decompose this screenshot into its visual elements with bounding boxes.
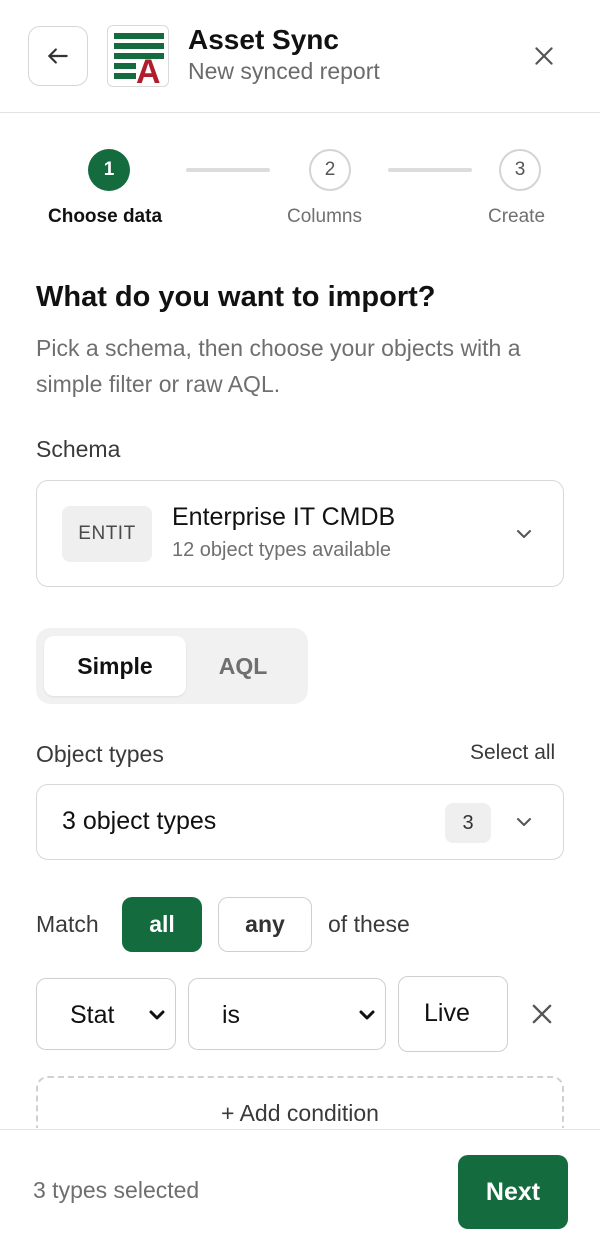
main-content: 1 2 3 Choose data Columns Create What do… (0, 114, 600, 1128)
step-2-circle: 2 (309, 149, 351, 191)
step-3-label: Create (488, 206, 546, 227)
step-connector (388, 168, 472, 172)
condition-value-input[interactable]: Live (398, 976, 508, 1052)
chevron-down-icon (517, 530, 531, 538)
app-header: A Asset Sync New synced report (0, 0, 600, 113)
logo-letter: A (136, 53, 161, 87)
object-types-value: 3 object types (62, 807, 217, 835)
arrow-left-icon (48, 48, 68, 64)
page-title: What do you want to import? (36, 281, 436, 313)
condition-field-select[interactable]: Stat (36, 978, 176, 1050)
step-3-circle: 3 (499, 149, 541, 191)
add-condition-label: + Add condition (221, 1100, 379, 1126)
app-title: Asset Sync (188, 24, 339, 55)
close-button[interactable] (524, 36, 564, 76)
footer-bar: 3 types selected Next (0, 1129, 600, 1252)
schema-badge: ENTIT (62, 506, 152, 562)
step-connector (186, 168, 270, 172)
match-any-button[interactable]: any (218, 897, 312, 952)
chevron-down-icon (517, 818, 531, 826)
match-all-button[interactable]: all (122, 897, 202, 952)
add-condition-button[interactable]: + Add condition (36, 1076, 564, 1128)
match-prefix: Match (36, 911, 99, 937)
step-1-label: Choose data (48, 206, 163, 227)
match-suffix: of these (328, 911, 410, 937)
condition-operator-select[interactable]: is (188, 978, 386, 1050)
object-types-count-badge: 3 (445, 803, 491, 843)
schema-select[interactable]: ENTIT Enterprise IT CMDB 12 object types… (36, 480, 564, 587)
step-1-circle: 1 (88, 149, 130, 191)
back-button[interactable] (28, 26, 88, 86)
app-subtitle: New synced report (188, 58, 380, 84)
mode-aql-tab[interactable]: AQL (186, 636, 300, 696)
schema-description: 12 object types available (172, 539, 392, 561)
object-types-select[interactable]: 3 object types 3 (36, 784, 564, 860)
object-types-label: Object types (36, 741, 164, 767)
condition-field-value: Stat (70, 1001, 115, 1029)
condition-value-text: Live (424, 999, 470, 1027)
chevron-down-icon (149, 1010, 165, 1020)
next-button[interactable]: Next (458, 1155, 568, 1229)
close-icon (535, 47, 553, 65)
app-logo: A (107, 25, 169, 87)
chevron-down-icon (359, 1010, 375, 1020)
selection-status: 3 types selected (33, 1177, 200, 1203)
mode-toggle: Simple AQL (36, 628, 308, 704)
condition-operator-value: is (222, 1001, 241, 1029)
schema-label: Schema (36, 436, 121, 462)
select-all-link[interactable]: Select all (470, 741, 555, 765)
page-description: Pick a schema, then choose your objects … (36, 335, 521, 397)
remove-condition-icon[interactable] (528, 1000, 556, 1028)
step-2-label: Columns (287, 206, 362, 227)
mode-simple-tab[interactable]: Simple (44, 636, 186, 696)
schema-name: Enterprise IT CMDB (172, 503, 396, 531)
